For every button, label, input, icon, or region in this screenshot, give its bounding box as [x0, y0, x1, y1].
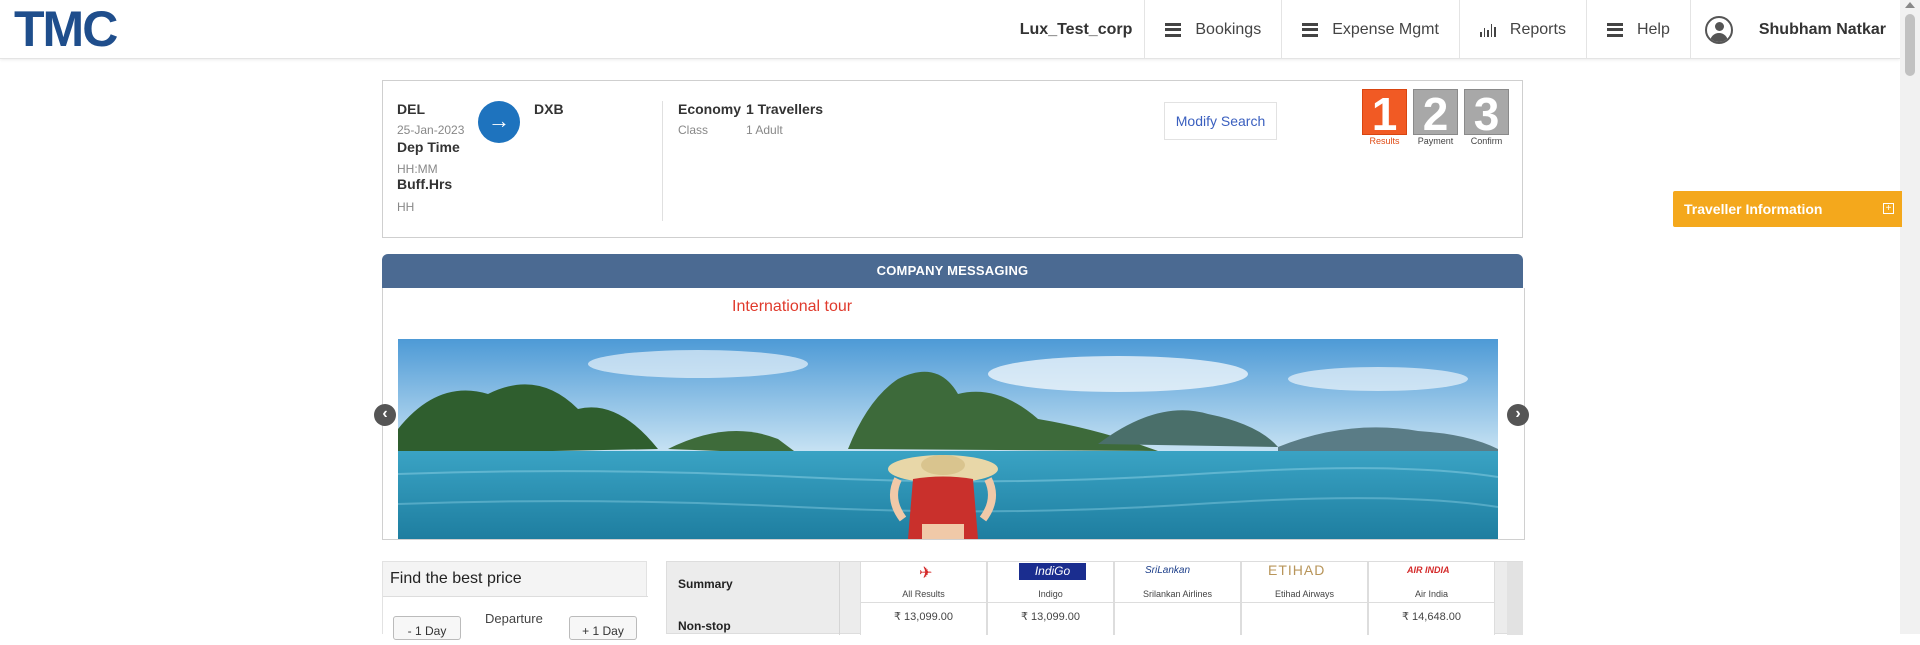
- indigo-logo: IndiGo: [1019, 563, 1086, 580]
- etihad-logo: ETIHAD: [1268, 562, 1326, 578]
- menu-icon: [1165, 22, 1182, 37]
- best-price-panel: Find the best price - 1 Day Departure + …: [382, 561, 648, 640]
- travellers-value: 1 Travellers: [746, 101, 824, 117]
- airline-name: Srilankan Airlines: [1142, 589, 1213, 599]
- airline-summary-matrix: Summary Non-stop ✈ All Results ₹ 13,099.…: [666, 561, 1523, 635]
- class-label: Class: [678, 123, 709, 137]
- airline-header: IndiGo Indigo: [988, 562, 1113, 603]
- srilankan-logo: SriLankan: [1145, 565, 1191, 576]
- route-arrow-icon: →: [478, 101, 520, 143]
- step-number: 3: [1464, 89, 1509, 138]
- class-block: Economy Class: [678, 101, 741, 137]
- page-scrollbar[interactable]: [1900, 0, 1920, 634]
- traveller-information-panel[interactable]: Traveller Information +: [1673, 191, 1902, 227]
- airline-column-srilankan[interactable]: SriLankan Srilankan Airlines: [1114, 562, 1241, 635]
- matrix-scroll-gutter[interactable]: [1507, 562, 1523, 635]
- plus-one-day-button[interactable]: + 1 Day: [569, 616, 637, 640]
- airline-column-indigo[interactable]: IndiGo Indigo ₹ 13,099.00: [987, 562, 1114, 635]
- booking-steps: 1 Results 2 Payment 3 Confirm: [1362, 89, 1509, 146]
- step-label: Payment: [1417, 136, 1454, 146]
- nav-label: Help: [1636, 20, 1670, 38]
- nav-label: Expense Mgmt: [1332, 20, 1439, 38]
- airline-name: Etihad Airways: [1274, 589, 1335, 599]
- nonstop-price[interactable]: ₹ 13,099.00: [861, 610, 986, 623]
- user-avatar-icon: [1704, 15, 1733, 44]
- origin-code: DEL: [397, 101, 425, 117]
- step-number: 1: [1362, 89, 1407, 138]
- minus-one-day-button[interactable]: - 1 Day: [393, 616, 461, 640]
- buff-hrs-value: HH: [397, 200, 415, 214]
- divider: [839, 562, 840, 635]
- main-nav: Lux_Test_corp Bookings Expense Mgmt Repo…: [1020, 0, 1900, 59]
- search-summary: DEL 25-Jan-2023 Dep Time HH:MM Buff.Hrs …: [382, 80, 1523, 238]
- airline-header: SriLankan Srilankan Airlines: [1115, 562, 1240, 603]
- departure-date: 25-Jan-2023: [397, 123, 465, 137]
- best-price-controls: - 1 Day Departure + 1 Day: [383, 596, 648, 640]
- nav-help[interactable]: Help: [1587, 0, 1691, 59]
- airline-column-all-results[interactable]: ✈ All Results ₹ 13,099.00: [860, 562, 987, 635]
- destination-block: DXB: [534, 101, 564, 117]
- step-confirm: 3 Confirm: [1464, 89, 1509, 146]
- travellers-label: 1 Adult: [746, 123, 783, 137]
- traveller-information-label: Traveller Information: [1684, 201, 1823, 217]
- scroll-thumb[interactable]: [1905, 14, 1915, 76]
- carousel-prev-button[interactable]: ‹: [374, 404, 396, 426]
- nav-bookings[interactable]: Bookings: [1145, 0, 1283, 59]
- airline-column-etihad[interactable]: ETIHAD Etihad Airways: [1241, 562, 1368, 635]
- step-results: 1 Results: [1362, 89, 1407, 146]
- carousel-next-button[interactable]: ›: [1507, 404, 1529, 426]
- expand-icon[interactable]: +: [1883, 203, 1894, 214]
- tmc-logo[interactable]: TMC: [14, 4, 118, 54]
- nav-label: Reports: [1509, 20, 1566, 38]
- airline-column-air-india[interactable]: AIR INDIA Air India ₹ 14,648.00: [1368, 562, 1495, 635]
- nonstop-price[interactable]: ₹ 14,648.00: [1369, 610, 1494, 623]
- airline-name: Air India: [1414, 589, 1449, 599]
- scroll-up-icon[interactable]: [1905, 2, 1915, 8]
- airline-name: All Results: [902, 589, 945, 599]
- nonstop-label: Non-stop: [678, 619, 731, 633]
- top-header: TMC Lux_Test_corp Bookings Expense Mgmt …: [0, 0, 1900, 59]
- bar-chart-icon: [1479, 23, 1496, 37]
- nav-reports[interactable]: Reports: [1460, 0, 1587, 59]
- corp-name: Lux_Test_corp: [1020, 0, 1146, 59]
- user-menu[interactable]: Shubham Natkar: [1691, 0, 1900, 59]
- departure-label: Departure: [485, 611, 543, 626]
- user-name: Shubham Natkar: [1758, 20, 1886, 38]
- travellers-block: 1 Travellers 1 Adult: [746, 101, 823, 137]
- best-price-title: Find the best price: [390, 570, 522, 587]
- buff-hrs-label: Buff.Hrs: [397, 176, 453, 192]
- step-number: 2: [1413, 89, 1458, 138]
- messaging-title: International tour: [732, 298, 853, 315]
- banner-image: [398, 339, 1498, 539]
- airline-header: ✈ All Results: [861, 562, 986, 603]
- dep-time-label: Dep Time: [397, 139, 460, 155]
- airline-header: AIR INDIA Air India: [1369, 562, 1494, 603]
- destination-code: DXB: [534, 101, 564, 117]
- step-label: Confirm: [1470, 136, 1503, 146]
- step-label: Results: [1369, 136, 1400, 146]
- air-india-logo: AIR INDIA: [1407, 565, 1450, 575]
- divider: [662, 101, 663, 221]
- company-messaging-header: COMPANY MESSAGING: [382, 254, 1523, 288]
- nonstop-price[interactable]: ₹ 13,099.00: [988, 610, 1113, 623]
- dep-time-value: HH:MM: [397, 162, 438, 176]
- airline-header: ETIHAD Etihad Airways: [1242, 562, 1367, 603]
- modify-search-button[interactable]: Modify Search: [1164, 102, 1277, 140]
- company-messaging-body: International tour: [382, 288, 1525, 540]
- nav-expense-mgmt[interactable]: Expense Mgmt: [1282, 0, 1460, 59]
- airline-name: Indigo: [1038, 589, 1063, 599]
- menu-icon: [1302, 22, 1319, 37]
- nav-label: Bookings: [1195, 20, 1262, 38]
- class-value: Economy: [678, 101, 742, 117]
- summary-label: Summary: [678, 577, 733, 591]
- origin-block: DEL 25-Jan-2023 Dep Time HH:MM Buff.Hrs …: [397, 101, 464, 214]
- plane-icon: ✈: [919, 565, 933, 582]
- step-payment: 2 Payment: [1413, 89, 1458, 146]
- menu-icon: [1606, 22, 1623, 37]
